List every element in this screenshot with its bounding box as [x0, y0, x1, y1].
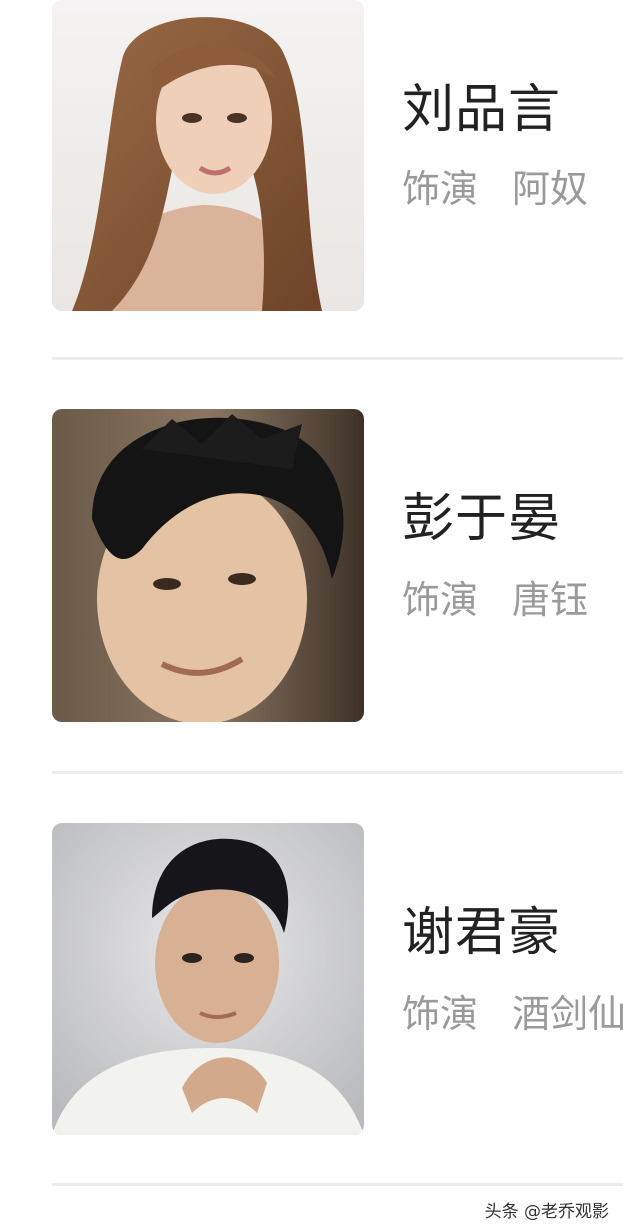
divider [52, 771, 623, 774]
role-text: 饰演 阿奴 [402, 170, 588, 208]
actress-portrait-icon[interactable] [52, 0, 364, 311]
actor-name: 刘品言 [402, 80, 562, 140]
divider [52, 1183, 623, 1186]
role-label: 饰演 [402, 578, 479, 622]
actor-portrait-icon[interactable] [52, 823, 364, 1135]
watermark: 头条 @老乔观影 [484, 1202, 609, 1222]
character-name: 唐钰 [512, 578, 589, 622]
role-label: 饰演 [402, 992, 479, 1036]
character-name: 阿奴 [512, 167, 589, 211]
role-label: 饰演 [402, 167, 479, 211]
actor-name: 彭于晏 [402, 489, 562, 549]
cast-item[interactable]: 彭于晏 饰演 唐钰 [0, 409, 623, 722]
role-text: 饰演 酒剑仙 [402, 995, 623, 1033]
cast-list: 刘品言 饰演 阿奴 彭于晏 饰演 唐钰 谢君豪 饰演 酒剑仙 头条 @老乔观影 [0, 0, 623, 1231]
divider [52, 357, 623, 360]
role-text: 饰演 唐钰 [402, 581, 588, 619]
actor-name: 谢君豪 [402, 903, 562, 963]
cast-item[interactable]: 刘品言 饰演 阿奴 [0, 0, 623, 313]
character-name: 酒剑仙 [512, 992, 623, 1036]
actor-portrait-icon[interactable] [52, 409, 364, 722]
cast-item[interactable]: 谢君豪 饰演 酒剑仙 [0, 823, 623, 1136]
